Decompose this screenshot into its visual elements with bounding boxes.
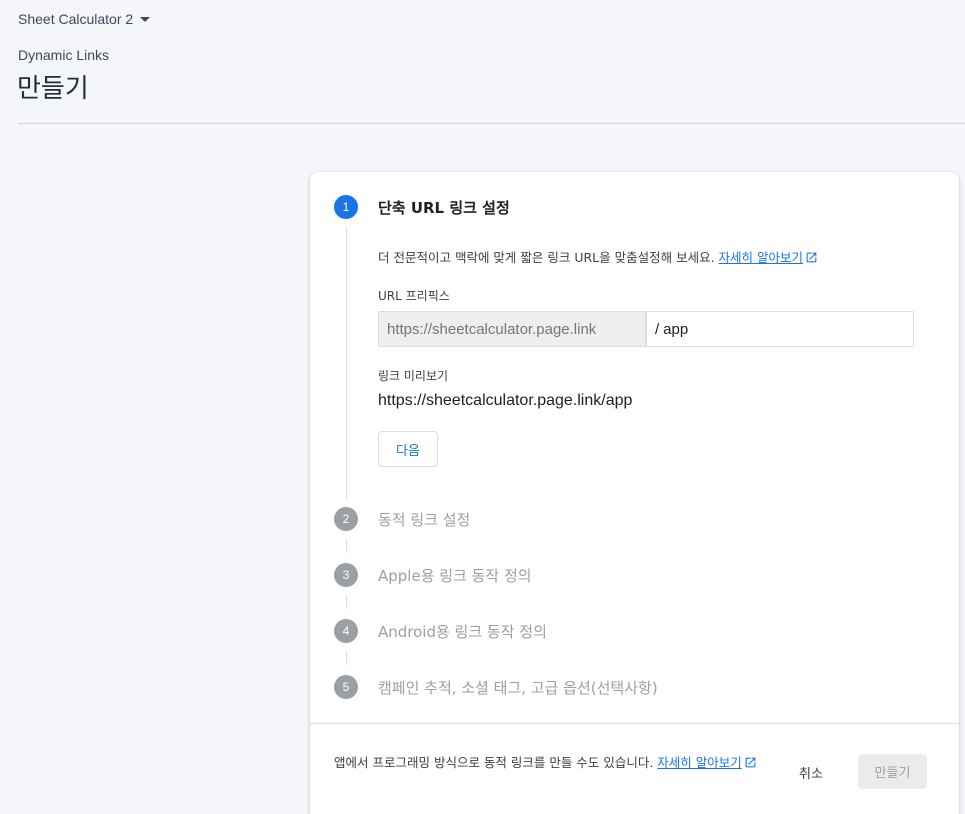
- url-suffix-field[interactable]: /: [646, 311, 914, 347]
- footer-text: 앱에서 프로그래밍 방식으로 동적 링크를 만들 수도 있습니다. 자세히 알아…: [334, 752, 757, 771]
- step-2-title[interactable]: 동적 링크 설정: [378, 509, 470, 530]
- cancel-button[interactable]: 취소: [788, 754, 834, 790]
- project-name: Sheet Calculator 2: [18, 11, 134, 27]
- footer-description: 앱에서 프로그래밍 방식으로 동적 링크를 만들 수도 있습니다.: [334, 755, 654, 770]
- link-preview-value: https://sheetcalculator.page.link/app: [378, 392, 633, 409]
- next-button[interactable]: 다음: [378, 431, 438, 467]
- page-title: 만들기: [17, 74, 89, 104]
- step-connector: [346, 539, 347, 553]
- step-3-title[interactable]: Apple용 링크 동작 정의: [378, 565, 532, 586]
- footer-learn-more-link[interactable]: 자세히 알아보기: [657, 755, 756, 770]
- step-1-number: 1: [334, 195, 358, 219]
- url-prefix-input: [378, 311, 646, 347]
- step-1-title[interactable]: 단축 URL 링크 설정: [378, 197, 510, 218]
- link-preview-label: 링크 미리보기: [378, 369, 449, 383]
- step-1-description: 더 전문적이고 맥락에 맞게 짧은 링크 URL을 맞춤설정해 보세요. 자세히…: [378, 247, 818, 266]
- create-button[interactable]: 만들기: [858, 754, 927, 789]
- step-3-number: 3: [334, 563, 358, 587]
- step-5-title[interactable]: 캠페인 추적, 소셜 태그, 고급 옵션(선택사항): [378, 677, 658, 698]
- step-2-number: 2: [334, 507, 358, 531]
- step-4-title[interactable]: Android용 링크 동작 정의: [378, 621, 547, 642]
- create-link-card: 1 단축 URL 링크 설정 더 전문적이고 맥락에 맞게 짧은 링크 URL을…: [310, 172, 959, 814]
- description-text: 더 전문적이고 맥락에 맞게 짧은 링크 URL을 맞춤설정해 보세요.: [378, 250, 715, 265]
- open-in-new-icon: [806, 252, 817, 263]
- learn-more-link[interactable]: 자세히 알아보기: [719, 250, 818, 265]
- suffix-slash: /: [655, 320, 660, 338]
- breadcrumb[interactable]: Dynamic Links: [18, 47, 109, 63]
- caret-down-icon: [140, 17, 151, 22]
- footer-divider: [310, 723, 959, 724]
- url-prefix-label: URL 프리픽스: [378, 289, 450, 303]
- header-divider: [18, 123, 965, 124]
- step-connector: [346, 651, 347, 665]
- step-connector: [346, 227, 347, 499]
- url-suffix-input[interactable]: [663, 314, 913, 344]
- project-switcher[interactable]: Sheet Calculator 2: [18, 11, 151, 27]
- step-connector: [346, 595, 347, 609]
- step-5-number: 5: [334, 675, 358, 699]
- open-in-new-icon: [745, 757, 756, 768]
- step-4-number: 4: [334, 619, 358, 643]
